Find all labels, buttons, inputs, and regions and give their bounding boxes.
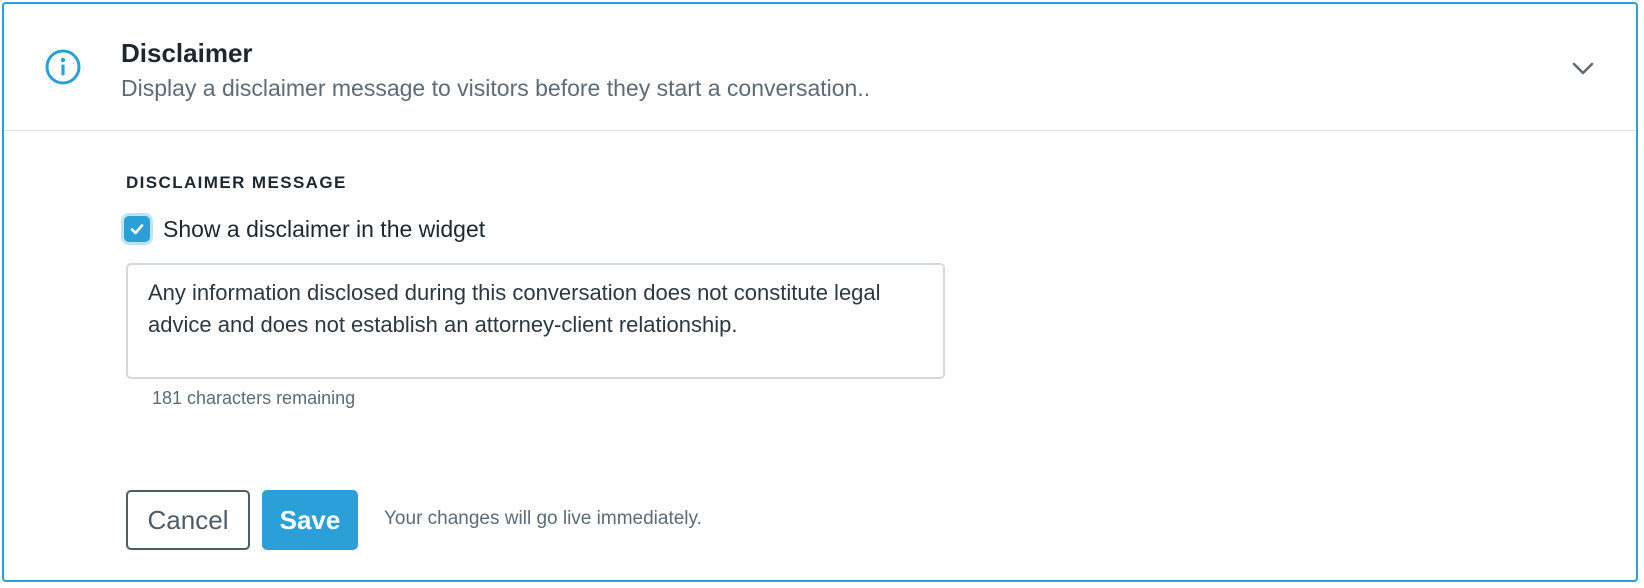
save-button[interactable]: Save (262, 490, 358, 550)
info-icon (44, 48, 82, 86)
panel-title: Disclaimer (121, 38, 253, 68)
disclaimer-panel: Disclaimer Display a disclaimer message … (2, 2, 1638, 582)
show-disclaimer-checkbox[interactable] (124, 216, 150, 242)
panel-header[interactable]: Disclaimer Display a disclaimer message … (4, 4, 1636, 131)
chevron-down-icon[interactable] (1568, 56, 1598, 80)
characters-remaining: 181 characters remaining (152, 388, 356, 408)
disclaimer-message-textarea[interactable]: Any information disclosed during this co… (126, 263, 945, 379)
checkbox-label: Show a disclaimer in the widget (163, 215, 486, 242)
show-disclaimer-checkbox-row[interactable]: Show a disclaimer in the widget (124, 214, 485, 244)
checkmark-icon (130, 224, 144, 235)
panel-subtitle: Display a disclaimer message to visitors… (121, 75, 871, 101)
cancel-button[interactable]: Cancel (126, 490, 250, 550)
live-note: Your changes will go live immediately. (384, 508, 702, 529)
section-label: DISCLAIMER MESSAGE (126, 173, 347, 192)
